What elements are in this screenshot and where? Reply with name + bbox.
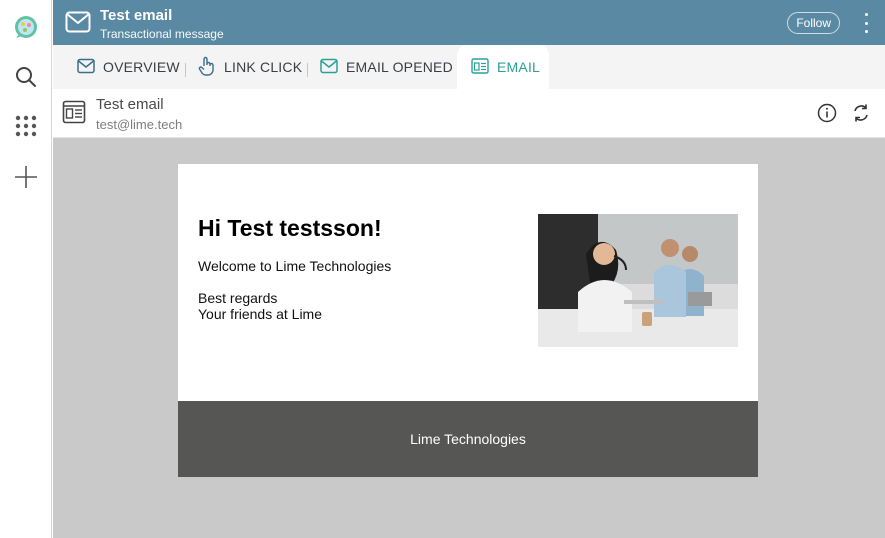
email-footer: Lime Technologies bbox=[178, 401, 758, 477]
refresh-icon[interactable] bbox=[851, 103, 871, 128]
apps-grid-icon[interactable] bbox=[10, 110, 42, 142]
newsletter-icon bbox=[62, 100, 86, 129]
tab-email-opened[interactable]: EMAIL OPENED bbox=[320, 45, 453, 89]
mail-open-icon bbox=[320, 58, 346, 77]
email-hero-image bbox=[538, 214, 738, 347]
email-signoff: Best regards bbox=[198, 290, 278, 306]
tab-bar: OVERVIEW LINK CLICK EMAIL OPENED EMAIL bbox=[53, 45, 885, 89]
record-header: Test email Transactional message Follow bbox=[53, 0, 885, 45]
app-rail bbox=[0, 0, 52, 538]
info-icon[interactable] bbox=[817, 103, 837, 128]
record-subheader: Test email test@lime.tech bbox=[53, 89, 885, 138]
tab-overview[interactable]: OVERVIEW bbox=[77, 45, 180, 89]
plus-icon[interactable] bbox=[10, 161, 42, 193]
record-address: test@lime.tech bbox=[96, 117, 183, 132]
follow-button[interactable]: Follow bbox=[787, 12, 840, 34]
tab-label: EMAIL bbox=[497, 59, 541, 75]
page-subtitle: Transactional message bbox=[100, 27, 224, 41]
page-title: Test email bbox=[100, 7, 173, 24]
search-icon[interactable] bbox=[10, 61, 42, 93]
mail-icon bbox=[65, 10, 91, 39]
tab-label: OVERVIEW bbox=[103, 59, 180, 75]
more-options-icon[interactable] bbox=[861, 13, 871, 33]
email-preview: Hi Test testsson! Welcome to Lime Techno… bbox=[178, 164, 758, 477]
tab-label: LINK CLICK bbox=[224, 59, 303, 75]
email-greeting: Hi Test testsson! bbox=[198, 215, 382, 241]
email-preview-area[interactable]: Hi Test testsson! Welcome to Lime Techno… bbox=[53, 138, 885, 538]
tab-divider bbox=[307, 63, 308, 77]
email-signoff-sender: Your friends at Lime bbox=[198, 306, 322, 322]
tab-email[interactable]: EMAIL bbox=[463, 45, 551, 89]
record-name: Test email bbox=[96, 96, 164, 113]
pointer-hand-icon bbox=[198, 56, 224, 79]
lime-logo-icon[interactable] bbox=[10, 12, 42, 44]
mail-icon bbox=[77, 58, 103, 77]
email-body-text: Welcome to Lime Technologies bbox=[198, 258, 392, 274]
tab-label: EMAIL OPENED bbox=[346, 59, 453, 75]
tab-link-click[interactable]: LINK CLICK bbox=[198, 45, 302, 89]
tab-divider bbox=[185, 63, 186, 77]
newsletter-icon bbox=[471, 57, 497, 77]
